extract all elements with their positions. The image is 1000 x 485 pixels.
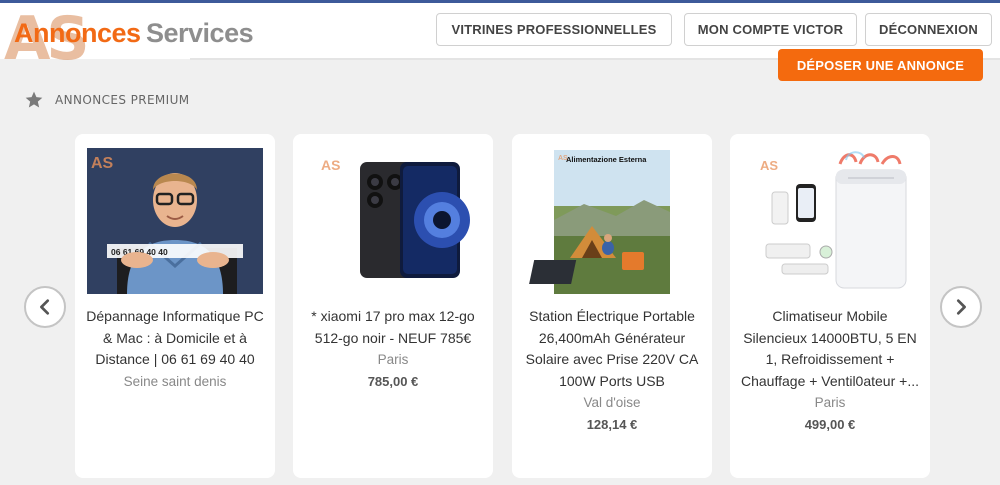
listing-image-solar-station: Alimentazione Esterna AS [524,148,700,294]
listing-price: 128,14 € [586,416,638,432]
premium-section-heading: ANNONCES PREMIUM [24,90,190,110]
listing-title[interactable]: * xiaomi 17 pro max 12-go 512-go noir - … [303,306,483,349]
listing-image-phone: AS [305,148,481,294]
listing-title[interactable]: Climatiseur Mobile Silencieux 14000BTU, … [740,306,920,392]
logo-word-annonces: Annonces [14,18,141,48]
listing-location: Seine saint denis [123,373,227,389]
nav-account-button[interactable]: MON COMPTE VICTOR [684,13,857,46]
nav-vitrines-button[interactable]: VITRINES PROFESSIONNELLES [436,13,672,46]
listing-card[interactable]: AS Climatiseur Mobile Silencieux 14000BT… [730,134,930,478]
carousel-next-button[interactable] [940,286,982,328]
listing-price: 499,00 € [804,416,856,432]
listing-card[interactable]: AS * xiaomi 17 pro max 12-go 512-go noir… [293,134,493,478]
listing-watermark: AS [321,157,340,173]
chevron-left-icon [40,299,50,315]
carousel-prev-button[interactable] [24,286,66,328]
star-icon [25,91,43,108]
premium-section-label: ANNONCES PREMIUM [55,93,190,107]
chevron-right-icon [956,299,966,315]
listing-card[interactable]: AS 06 61 69 40 40 Dépannage Informatique… [75,134,275,478]
nav-logout-button[interactable]: DÉCONNEXION [865,13,992,46]
listing-location: Paris [814,395,846,410]
listing-image-caption: Alimentazione Esterna [566,155,647,164]
post-ad-button[interactable]: DÉPOSER UNE ANNONCE [778,49,983,81]
site-logo[interactable]: AS Annonces Services [4,4,284,82]
listing-title[interactable]: Dépannage Informatique PC & Mac : à Domi… [85,306,265,371]
listing-watermark: AS [91,155,114,172]
listing-price: 785,00 € [367,373,419,389]
listing-location: Val d'oise [583,395,641,410]
listing-watermark: AS [760,158,778,173]
logo-word-services: Services [146,18,254,48]
listing-image-technician: AS 06 61 69 40 40 [87,148,263,294]
listing-card[interactable]: Alimentazione Esterna AS Station Électri… [512,134,712,478]
listing-title[interactable]: Station Électrique Portable 26,400mAh Gé… [522,306,702,392]
listing-image-air-conditioner: AS [742,148,918,294]
listing-watermark: AS [558,155,568,162]
listing-location: Paris [377,352,409,367]
